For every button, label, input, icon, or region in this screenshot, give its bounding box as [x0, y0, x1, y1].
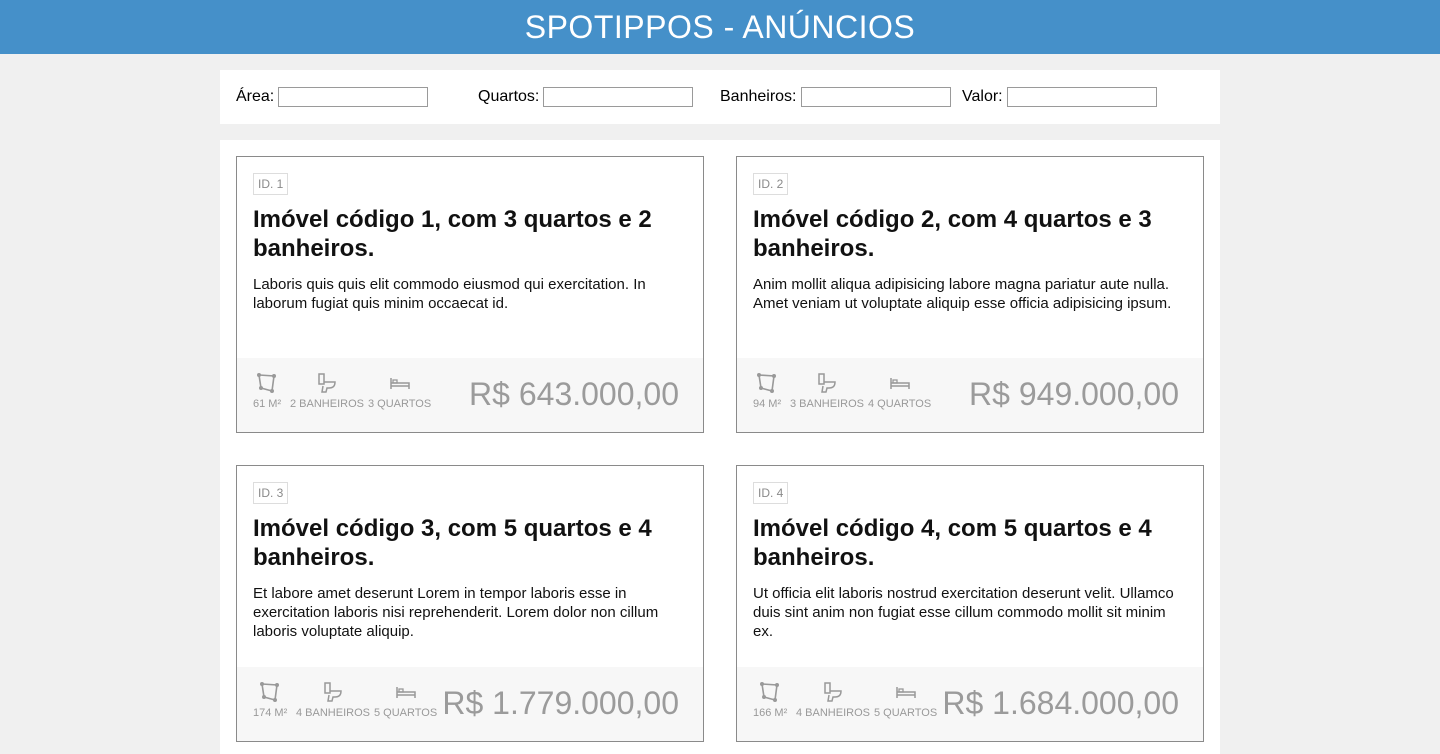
beds-feature: 5 QUARTOS: [874, 681, 937, 719]
baths-feature: 3 BANHEIROS: [790, 372, 864, 410]
beds-value: 5 QUARTOS: [874, 707, 938, 719]
listing-card[interactable]: ID. 2 Imóvel código 2, com 4 quartos e 3…: [736, 156, 1204, 433]
area-value: 94 M²: [753, 398, 782, 410]
listing-title: Imóvel código 4, com 5 quartos e 4 banhe…: [753, 515, 1152, 571]
bed-icon: [895, 687, 916, 698]
baths-feature: 2 BANHEIROS: [290, 372, 364, 410]
listing-price: R$ 643.000,00: [469, 376, 679, 412]
area-feature: 174 M²: [253, 681, 287, 719]
baths-feature: 4 BANHEIROS: [296, 681, 370, 719]
filter-quartos: Quartos:: [478, 87, 694, 107]
baths-value: 4 BANHEIROS: [796, 707, 870, 719]
quartos-filter-label: Quartos:: [478, 88, 540, 105]
baths-value: 2 BANHEIROS: [290, 398, 364, 410]
bed-icon: [889, 378, 910, 389]
area-value: 61 M²: [253, 398, 282, 410]
area-polygon-icon: [757, 373, 777, 393]
bed-icon: [395, 687, 416, 698]
toilet-icon: [324, 682, 342, 702]
beds-value: 5 QUARTOS: [374, 707, 438, 719]
listing-footer: 166 M² 4 BANHEIROS 5 QUARTOS R$ 1.684.00…: [737, 667, 1203, 741]
listing-footer: 61 M² 2 BANHEIROS 3 QUARTOS R$ 643.000,0…: [237, 358, 703, 432]
area-polygon-icon: [257, 373, 277, 393]
beds-feature: 4 QUARTOS: [868, 372, 931, 410]
listing-title: Imóvel código 1, com 3 quartos e 2 banhe…: [253, 206, 652, 262]
quartos-filter-input[interactable]: [543, 87, 694, 107]
listing-description: Anim mollit aliqua adipisicing labore ma…: [753, 276, 1172, 312]
listing-footer: 94 M² 3 BANHEIROS 4 QUARTOS R$ 949.000,0…: [737, 358, 1203, 432]
id-badge: ID. 1: [253, 173, 289, 195]
listing-title: Imóvel código 3, com 5 quartos e 4 banhe…: [253, 515, 652, 571]
listing-title: Imóvel código 2, com 4 quartos e 3 banhe…: [753, 206, 1152, 262]
toilet-icon: [824, 682, 842, 702]
listing-card[interactable]: ID. 1 Imóvel código 1, com 3 quartos e 2…: [236, 156, 704, 433]
area-value: 174 M²: [253, 707, 288, 719]
id-badge: ID. 2: [753, 173, 789, 195]
listing-footer: 174 M² 4 BANHEIROS 5 QUARTOS R$ 1.779.00…: [237, 667, 703, 741]
id-badge: ID. 4: [753, 482, 789, 504]
beds-feature: 3 QUARTOS: [368, 372, 431, 410]
listing-price: R$ 1.779.000,00: [442, 685, 679, 721]
area-polygon-icon: [760, 682, 780, 702]
listing-price: R$ 1.684.000,00: [942, 685, 1179, 721]
filter-area: Área:: [236, 87, 429, 107]
listing-description: Et labore amet deserunt Lorem in tempor …: [253, 585, 659, 640]
listing-description: Laboris quis quis elit commodo eiusmod q…: [253, 276, 646, 312]
id-badge: ID. 3: [253, 482, 289, 504]
app-header: SPOTIPPOS - ANÚNCIOS: [0, 0, 1440, 54]
bed-icon: [389, 378, 410, 389]
filter-banheiros: Banheiros:: [720, 87, 951, 107]
area-filter-label: Área:: [236, 88, 275, 105]
filter-bar: Área: Quartos: Banheiros: Valor:: [220, 70, 1220, 124]
valor-filter-label: Valor:: [962, 88, 1003, 105]
listing-description: Ut officia elit laboris nostrud exercita…: [753, 585, 1174, 640]
area-polygon-icon: [260, 682, 280, 702]
listing-card[interactable]: ID. 3 Imóvel código 3, com 5 quartos e 4…: [236, 465, 704, 742]
area-feature: 166 M²: [753, 681, 787, 719]
beds-value: 4 QUARTOS: [868, 398, 932, 410]
toilet-icon: [818, 373, 836, 393]
page-title: SPOTIPPOS - ANÚNCIOS: [524, 8, 916, 45]
banheiros-filter-input[interactable]: [800, 87, 951, 107]
area-feature: 94 M²: [753, 372, 781, 410]
listing-price: R$ 949.000,00: [969, 376, 1179, 412]
listing-grid: ID. 1 Imóvel código 1, com 3 quartos e 2…: [220, 140, 1220, 754]
beds-feature: 5 QUARTOS: [374, 681, 437, 719]
beds-value: 3 QUARTOS: [368, 398, 432, 410]
area-filter-input[interactable]: [278, 87, 429, 107]
baths-value: 3 BANHEIROS: [790, 398, 864, 410]
listing-card[interactable]: ID. 4 Imóvel código 4, com 5 quartos e 4…: [736, 465, 1204, 742]
toilet-icon: [318, 373, 336, 393]
area-value: 166 M²: [753, 707, 788, 719]
banheiros-filter-label: Banheiros:: [720, 88, 797, 105]
baths-feature: 4 BANHEIROS: [796, 681, 870, 719]
valor-filter-input[interactable]: [1006, 87, 1157, 107]
area-feature: 61 M²: [253, 372, 281, 410]
filter-valor: Valor:: [962, 87, 1157, 107]
baths-value: 4 BANHEIROS: [296, 707, 370, 719]
